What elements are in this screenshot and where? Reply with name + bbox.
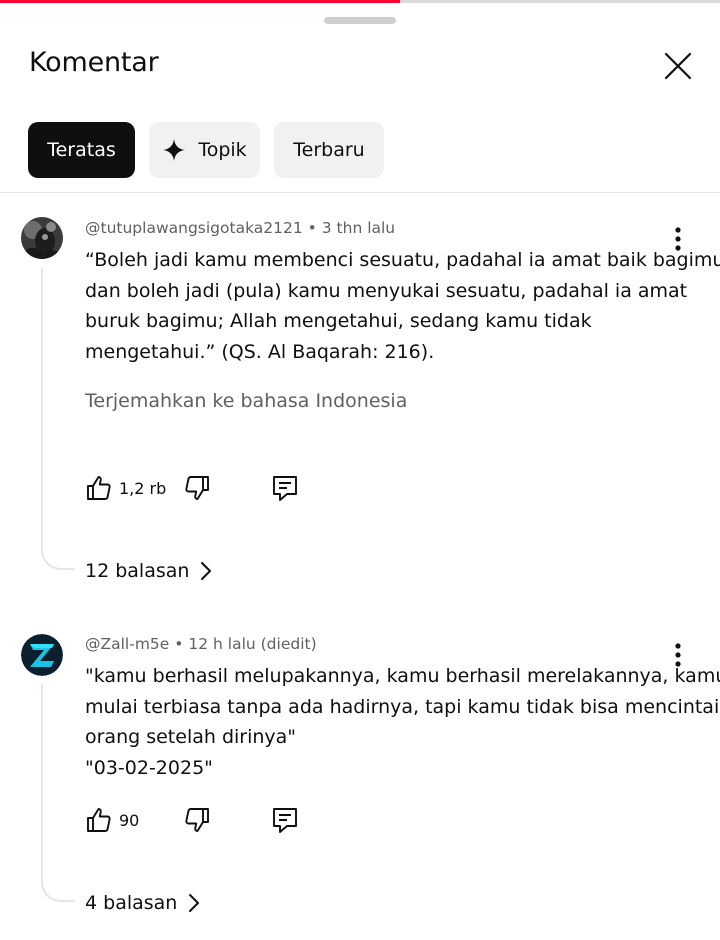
comment-line: "kamu berhasil melupakannya, kamu berhas… [85,665,720,687]
reply-icon[interactable] [270,805,300,835]
divider [0,192,720,193]
like-count: 1,2 rb [119,479,167,498]
avatar[interactable] [21,217,63,259]
chip-teratas[interactable]: Teratas [28,122,135,178]
like-icon[interactable] [84,805,114,835]
close-button[interactable] [660,48,696,84]
sparkle-icon [163,139,186,161]
chip-topik[interactable]: Topik [149,122,260,178]
comment-line: mengetahui.” (QS. Al Baqarah: 216). [85,340,435,363]
replies-button[interactable]: 4 balasan [85,888,201,918]
comment-meta: @Zall-m5e • 12 h lalu (diedit) [85,635,317,653]
chip-label: Teratas [47,139,116,161]
chip-terbaru[interactable]: Terbaru [274,122,384,178]
comment-line: mulai terbiasa tanpa ada hadirnya, tapi … [85,695,720,718]
comment-time: 3 thn lalu [321,219,396,237]
thread-connector [41,268,75,570]
chip-label: Terbaru [293,139,365,161]
sheet-title: Komentar [29,47,159,78]
comment-line: dan boleh jadi (pula) kamu menyukai sesu… [85,279,688,302]
comment-text: "kamu berhasil melupakannya, kamu berhas… [85,661,720,783]
comments-sheet: Komentar Teratas Topik Terbaru @tutuplaw… [0,0,720,940]
close-icon [664,52,692,80]
replies-button[interactable]: 12 balasan [85,556,213,586]
dislike-icon[interactable] [182,805,212,835]
avatar-image [21,634,63,676]
avatar[interactable] [21,634,63,676]
meta-separator: • [174,635,184,653]
comment-text: “Boleh jadi kamu membenci sesuatu, padah… [85,245,720,367]
dislike-icon[interactable] [182,473,212,503]
like-icon[interactable] [84,473,114,503]
chevron-right-icon [189,894,200,912]
chevron-right-icon [201,562,212,580]
avatar-image [21,217,63,259]
comment-line: buruk bagimu; Allah mengetahui, sedang k… [85,310,592,332]
comment-meta: @tutuplawangsigotaka2121 • 3 thn lalu [85,219,395,237]
author-handle[interactable]: @tutuplawangsigotaka2121 [85,219,303,237]
comment-line: orang setelah dirinya" [85,726,297,748]
comment-line: “Boleh jadi kamu membenci sesuatu, padah… [85,249,720,271]
chip-label: Topik [198,139,247,161]
meta-separator: • [307,219,317,237]
author-handle[interactable]: @Zall-m5e [85,635,169,653]
replies-label: 4 balasan [85,892,178,914]
reply-icon[interactable] [270,473,300,503]
comment-line: "03-02-2025" [85,756,213,779]
replies-label: 12 balasan [85,560,190,582]
like-count: 90 [119,811,140,830]
translate-link[interactable]: Terjemahkan ke bahasa Indonesia [85,390,407,412]
comment-time: 12 h lalu (diedit) [188,635,317,653]
thread-connector [41,684,75,902]
drag-handle[interactable] [324,17,396,24]
